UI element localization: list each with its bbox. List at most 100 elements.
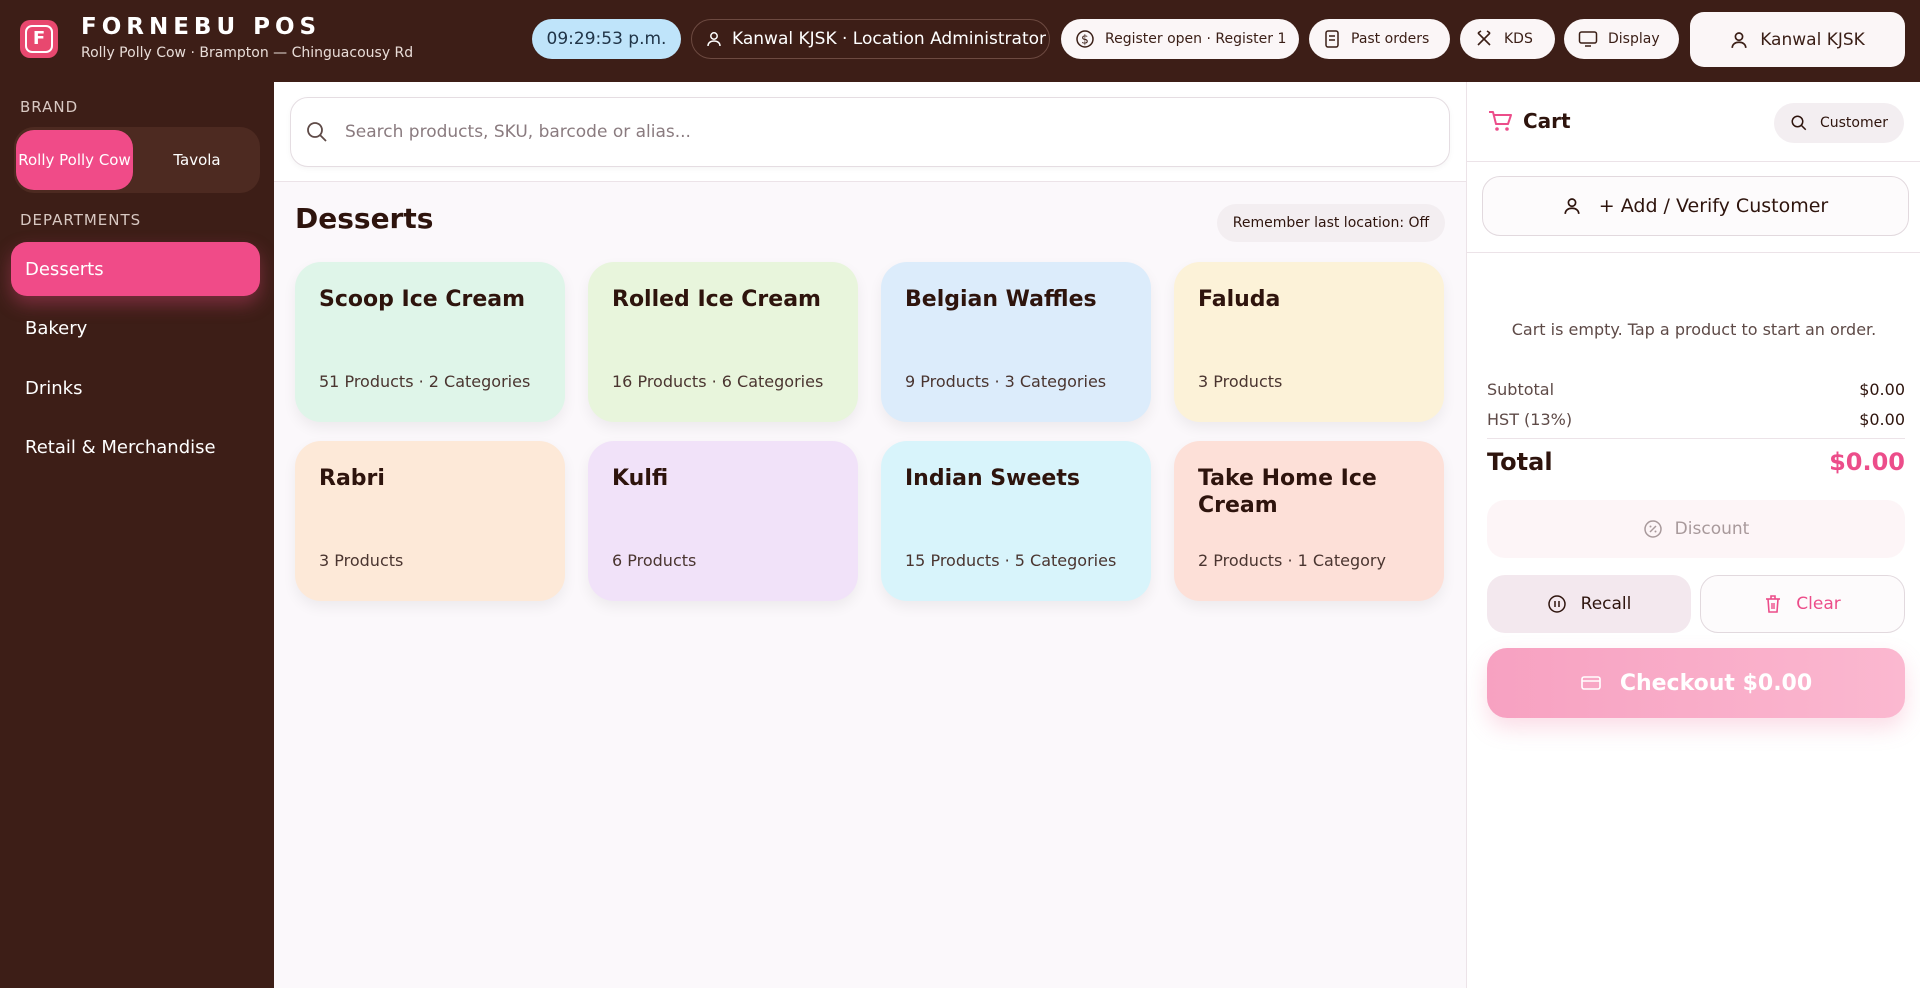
- category-card[interactable]: Faluda 3 Products: [1174, 262, 1444, 422]
- display-button[interactable]: Display: [1564, 19, 1679, 59]
- search-bar: [274, 82, 1466, 182]
- user-icon: [1731, 31, 1747, 48]
- account-button[interactable]: Kanwal KJSK: [1690, 12, 1905, 67]
- customer-button-label: Customer: [1819, 115, 1888, 131]
- display-label: Display: [1608, 31, 1660, 47]
- add-verify-customer-button[interactable]: + Add / Verify Customer: [1482, 176, 1909, 236]
- kds-button[interactable]: KDS: [1460, 19, 1555, 59]
- departments-section-label: DEPARTMENTS: [20, 211, 142, 229]
- divider: [1487, 438, 1905, 439]
- category-title: Rolled Ice Cream: [612, 287, 821, 312]
- department-desserts[interactable]: Desserts: [11, 242, 260, 296]
- kds-label: KDS: [1504, 31, 1533, 47]
- account-label: Kanwal KJSK: [1760, 29, 1865, 50]
- user-role-badge[interactable]: Kanwal KJSK · Location Administrator: [691, 19, 1050, 59]
- svg-text:$: $: [1081, 33, 1089, 47]
- category-title: Indian Sweets: [905, 466, 1080, 491]
- user-role-label: Kanwal KJSK · Location Administrator: [732, 29, 1046, 49]
- cart-title-label: Cart: [1523, 109, 1571, 133]
- brand-tavola[interactable]: Tavola: [138, 130, 256, 190]
- category-meta: 51 Products · 2 Categories: [319, 372, 531, 391]
- category-meta: 3 Products: [1198, 372, 1283, 391]
- category-title: Faluda: [1198, 287, 1281, 312]
- department-bakery[interactable]: Bakery: [11, 301, 260, 355]
- discount-icon: [1643, 520, 1662, 538]
- past-orders-label: Past orders: [1351, 31, 1430, 47]
- category-card[interactable]: Belgian Waffles 9 Products · 3 Categorie…: [881, 262, 1151, 422]
- category-title: Scoop Ice Cream: [319, 287, 526, 312]
- tax-row: HST (13%) $0.00: [1487, 410, 1905, 429]
- category-card[interactable]: Kulfi 6 Products: [588, 441, 858, 601]
- customer-search-button[interactable]: Customer: [1774, 103, 1904, 143]
- clear-label: Clear: [1796, 594, 1841, 614]
- location-name: Rolly Polly Cow · Brampton — Chinguacous…: [81, 45, 414, 61]
- search-icon: [307, 122, 327, 142]
- category-card[interactable]: Indian Sweets 15 Products · 5 Categories: [881, 441, 1151, 601]
- pause-icon: [1547, 595, 1566, 613]
- category-meta: 3 Products: [319, 551, 404, 570]
- divider: [1467, 252, 1920, 253]
- category-title: Take Home Ice Cream: [1198, 466, 1377, 518]
- recall-label: Recall: [1580, 594, 1632, 614]
- cart-icon: [1489, 111, 1512, 131]
- sidebar: BRAND Rolly Polly Cow Tavola DEPARTMENTS…: [0, 82, 274, 988]
- discount-button[interactable]: Discount: [1487, 500, 1905, 558]
- brand-section-label: BRAND: [20, 98, 79, 116]
- clear-button[interactable]: Clear: [1700, 575, 1905, 633]
- trash-icon: [1766, 595, 1781, 613]
- department-retail[interactable]: Retail & Merchandise: [11, 420, 260, 474]
- brand-switcher: Rolly Polly Cow Tavola: [14, 127, 260, 193]
- category-title: Rabri: [319, 466, 385, 491]
- tax-label: HST (13%): [1487, 410, 1573, 429]
- past-orders-button[interactable]: Past orders: [1309, 19, 1450, 59]
- category-title: Belgian Waffles: [905, 287, 1097, 312]
- discount-label: Discount: [1674, 519, 1750, 539]
- subtotal-value: $0.00: [1859, 380, 1905, 399]
- register-status-label: Register open · Register 1: [1105, 31, 1287, 47]
- cart-header: Cart Customer: [1467, 82, 1920, 162]
- credit-card-icon: [1581, 676, 1601, 690]
- subtotal-label: Subtotal: [1487, 380, 1555, 399]
- user-icon: [1564, 198, 1580, 214]
- search-box[interactable]: [290, 97, 1450, 167]
- brand-rolly-polly-cow[interactable]: Rolly Polly Cow: [16, 130, 133, 190]
- search-icon: [1791, 115, 1807, 131]
- register-status-button[interactable]: $ Register open · Register 1: [1061, 19, 1299, 59]
- department-drinks[interactable]: Drinks: [11, 361, 260, 415]
- app-logo: F: [20, 20, 58, 58]
- recall-button[interactable]: Recall: [1487, 575, 1691, 633]
- add-customer-label: + Add / Verify Customer: [1598, 195, 1829, 217]
- category-meta: 2 Products · 1 Category: [1198, 551, 1386, 570]
- search-input[interactable]: [345, 122, 1395, 142]
- total-value: $0.00: [1829, 448, 1905, 476]
- app-title: FORNEBU POS: [81, 14, 322, 40]
- category-meta: 16 Products · 6 Categories: [612, 372, 824, 391]
- cart-empty-message: Cart is empty. Tap a product to start an…: [1511, 320, 1877, 339]
- cart-panel: Cart Customer + Add / Verify Customer Ca…: [1466, 82, 1920, 988]
- subtotal-row: Subtotal $0.00: [1487, 380, 1905, 399]
- receipt-icon: [1325, 30, 1339, 48]
- monitor-icon: [1578, 31, 1598, 47]
- product-area: Desserts Remember last location: Off Sco…: [274, 82, 1466, 988]
- category-card[interactable]: Rabri 3 Products: [295, 441, 565, 601]
- checkout-label: Checkout $0.00: [1619, 670, 1813, 696]
- category-card[interactable]: Rolled Ice Cream 16 Products · 6 Categor…: [588, 262, 858, 422]
- category-meta: 9 Products · 3 Categories: [905, 372, 1107, 391]
- category-meta: 15 Products · 5 Categories: [905, 551, 1117, 570]
- checkout-button[interactable]: Checkout $0.00: [1487, 648, 1905, 718]
- cart-title: Cart: [1487, 108, 1571, 134]
- total-row: Total $0.00: [1487, 448, 1905, 476]
- section-title: Desserts: [295, 202, 434, 235]
- user-icon: [707, 32, 721, 47]
- utensils-icon: [1477, 30, 1491, 46]
- logo-letter: F: [25, 25, 53, 53]
- top-bar: F FORNEBU POS Rolly Polly Cow · Brampton…: [0, 0, 1920, 82]
- remember-location-toggle[interactable]: Remember last location: Off: [1217, 204, 1445, 242]
- dollar-icon: $: [1076, 30, 1094, 48]
- tax-value: $0.00: [1859, 410, 1905, 429]
- category-card[interactable]: Take Home Ice Cream 2 Products · 1 Categ…: [1174, 441, 1444, 601]
- clock-display: 09:29:53 p.m.: [532, 19, 681, 59]
- total-label: Total: [1487, 448, 1553, 476]
- category-title: Kulfi: [612, 466, 669, 491]
- category-card[interactable]: Scoop Ice Cream 51 Products · 2 Categori…: [295, 262, 565, 422]
